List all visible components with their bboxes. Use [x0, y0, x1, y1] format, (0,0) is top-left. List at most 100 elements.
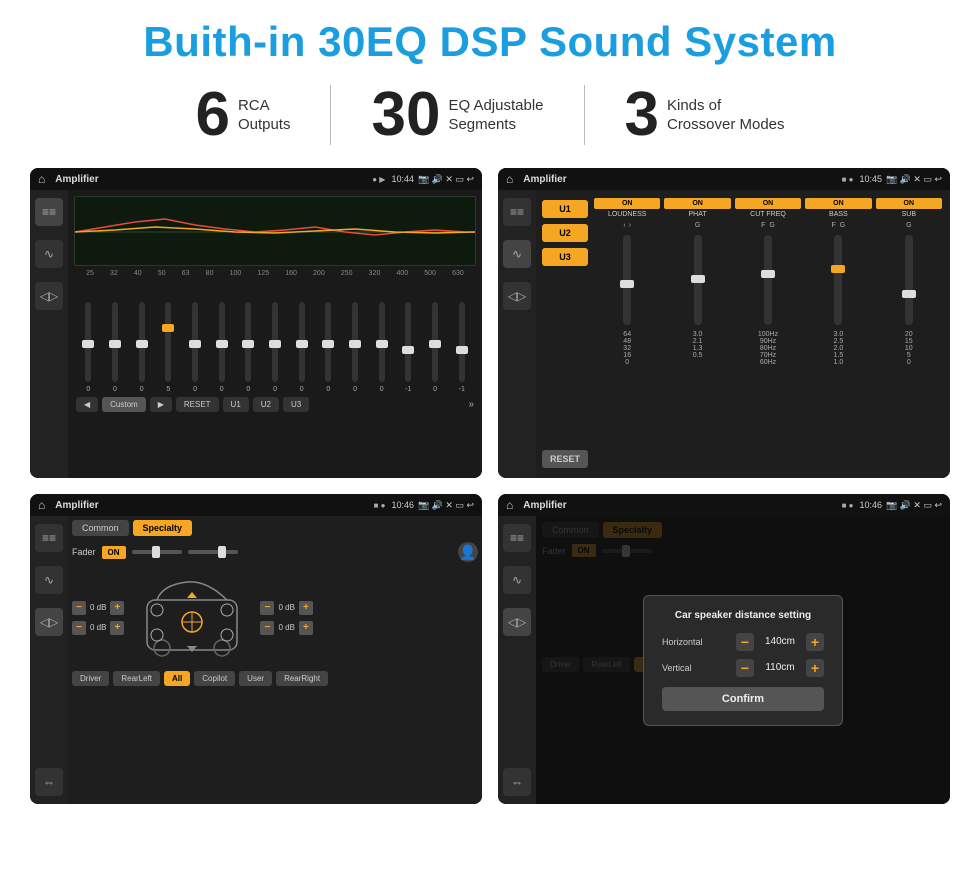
ch-sidebar-eq-icon[interactable]: ≡≡: [503, 198, 531, 226]
eq-track-13[interactable]: [432, 302, 438, 382]
db-minus-4[interactable]: −: [260, 621, 274, 635]
sp-all-btn[interactable]: All: [164, 671, 190, 686]
dialog-title: Car speaker distance setting: [662, 610, 824, 621]
eq-custom-btn[interactable]: Custom: [102, 397, 146, 412]
horizontal-plus-btn[interactable]: +: [806, 633, 824, 651]
bass-thumb[interactable]: [831, 265, 845, 273]
bass-on-btn[interactable]: ON: [805, 198, 871, 209]
eq-thumb-9[interactable]: [322, 340, 334, 348]
eq-track-6[interactable]: [245, 302, 251, 382]
eq-track-0[interactable]: [85, 302, 91, 382]
horizontal-minus-btn[interactable]: −: [736, 633, 754, 651]
eq-prev-btn[interactable]: ◀: [76, 397, 98, 412]
eq-track-8[interactable]: [299, 302, 305, 382]
preset-u2-btn[interactable]: U2: [542, 224, 588, 242]
db-plus-1[interactable]: +: [110, 601, 124, 615]
eq-play-btn[interactable]: ▶: [150, 397, 172, 412]
eq-thumb-1[interactable]: [109, 340, 121, 348]
cutfreq-on-btn[interactable]: ON: [735, 198, 801, 209]
db-minus-3[interactable]: −: [260, 601, 274, 615]
eq-thumb-14[interactable]: [456, 346, 468, 354]
sp-copilot-btn[interactable]: Copilot: [194, 671, 235, 686]
cutfreq-thumb[interactable]: [761, 270, 775, 278]
eq-u1-btn[interactable]: U1: [223, 397, 249, 412]
eq-thumb-6[interactable]: [242, 340, 254, 348]
eq-track-12[interactable]: [405, 302, 411, 382]
vertical-plus-btn[interactable]: +: [806, 659, 824, 677]
tab-common[interactable]: Common: [72, 520, 129, 536]
sp-rearright-btn[interactable]: RearRight: [276, 671, 328, 686]
db-minus-1[interactable]: −: [72, 601, 86, 615]
sub-thumb[interactable]: [902, 290, 916, 298]
dist-sidebar-eq-icon[interactable]: ≡≡: [503, 524, 531, 552]
sp-user-btn[interactable]: User: [239, 671, 272, 686]
db-minus-2[interactable]: −: [72, 621, 86, 635]
ch-reset-btn[interactable]: RESET: [542, 450, 588, 468]
sp-sidebar-eq-icon[interactable]: ≡≡: [35, 524, 63, 552]
db-plus-3[interactable]: +: [299, 601, 313, 615]
preset-u1-btn[interactable]: U1: [542, 200, 588, 218]
phat-thumb[interactable]: [691, 275, 705, 283]
db-plus-4[interactable]: +: [299, 621, 313, 635]
fader-track-1[interactable]: [132, 550, 182, 554]
fader-track-2[interactable]: [188, 550, 238, 554]
ch-sub: ON SUB G 20151050: [876, 198, 942, 470]
sp-driver-btn[interactable]: Driver: [72, 671, 109, 686]
eq-sidebar-wave-icon[interactable]: ∿: [35, 240, 63, 268]
eq-track-3[interactable]: [165, 302, 171, 382]
eq-sidebar-speaker-icon[interactable]: ◁▷: [35, 282, 63, 310]
sp-sidebar-wave-icon[interactable]: ∿: [35, 566, 63, 594]
eq-thumb-3[interactable]: [162, 324, 174, 332]
dist-sidebar-arrows-icon[interactable]: ⇔: [503, 768, 531, 796]
sp-sidebar-speaker-icon[interactable]: ◁▷: [35, 608, 63, 636]
eq-track-1[interactable]: [112, 302, 118, 382]
ch-sidebar-wave-icon[interactable]: ∿: [503, 240, 531, 268]
eq-track-11[interactable]: [379, 302, 385, 382]
loudness-thumb[interactable]: [620, 280, 634, 288]
eq-track-14[interactable]: [459, 302, 465, 382]
phat-slider[interactable]: [694, 235, 702, 325]
fader-handle-1[interactable]: [152, 546, 160, 558]
sub-on-btn[interactable]: ON: [876, 198, 942, 209]
fader-on-btn[interactable]: ON: [102, 546, 126, 559]
db-plus-2[interactable]: +: [110, 621, 124, 635]
eq-track-5[interactable]: [219, 302, 225, 382]
eq-reset-btn[interactable]: RESET: [176, 397, 219, 412]
ch-sidebar-speaker-icon[interactable]: ◁▷: [503, 282, 531, 310]
dist-sidebar-wave-icon[interactable]: ∿: [503, 566, 531, 594]
eq-track-4[interactable]: [192, 302, 198, 382]
tab-specialty[interactable]: Specialty: [133, 520, 193, 536]
channel-controls: ON LOUDNESS ‹› 644832160 ON: [592, 196, 944, 472]
loudness-slider[interactable]: [623, 235, 631, 325]
eq-sidebar-eq-icon[interactable]: ≡≡: [35, 198, 63, 226]
cutfreq-slider[interactable]: [764, 235, 772, 325]
eq-thumb-10[interactable]: [349, 340, 361, 348]
loudness-on-btn[interactable]: ON: [594, 198, 660, 209]
eq-status-dot: ● ▶: [372, 175, 385, 184]
eq-u2-btn[interactable]: U2: [253, 397, 279, 412]
eq-track-7[interactable]: [272, 302, 278, 382]
eq-track-10[interactable]: [352, 302, 358, 382]
eq-thumb-0[interactable]: [82, 340, 94, 348]
eq-thumb-4[interactable]: [189, 340, 201, 348]
eq-thumb-7[interactable]: [269, 340, 281, 348]
eq-thumb-12[interactable]: [402, 346, 414, 354]
sp-sidebar-arrows-icon[interactable]: ⇔: [35, 768, 63, 796]
sp-rearleft-btn[interactable]: RearLeft: [113, 671, 160, 686]
phat-on-btn[interactable]: ON: [664, 198, 730, 209]
eq-thumb-11[interactable]: [376, 340, 388, 348]
eq-thumb-2[interactable]: [136, 340, 148, 348]
dist-sidebar-speaker-icon[interactable]: ◁▷: [503, 608, 531, 636]
eq-thumb-5[interactable]: [216, 340, 228, 348]
confirm-button[interactable]: Confirm: [662, 687, 824, 711]
eq-u3-btn[interactable]: U3: [283, 397, 309, 412]
fader-handle-2[interactable]: [218, 546, 226, 558]
preset-u3-btn[interactable]: U3: [542, 248, 588, 266]
bass-slider[interactable]: [834, 235, 842, 325]
eq-track-9[interactable]: [325, 302, 331, 382]
sub-slider[interactable]: [905, 235, 913, 325]
eq-track-2[interactable]: [139, 302, 145, 382]
eq-thumb-13[interactable]: [429, 340, 441, 348]
eq-thumb-8[interactable]: [296, 340, 308, 348]
vertical-minus-btn[interactable]: −: [736, 659, 754, 677]
